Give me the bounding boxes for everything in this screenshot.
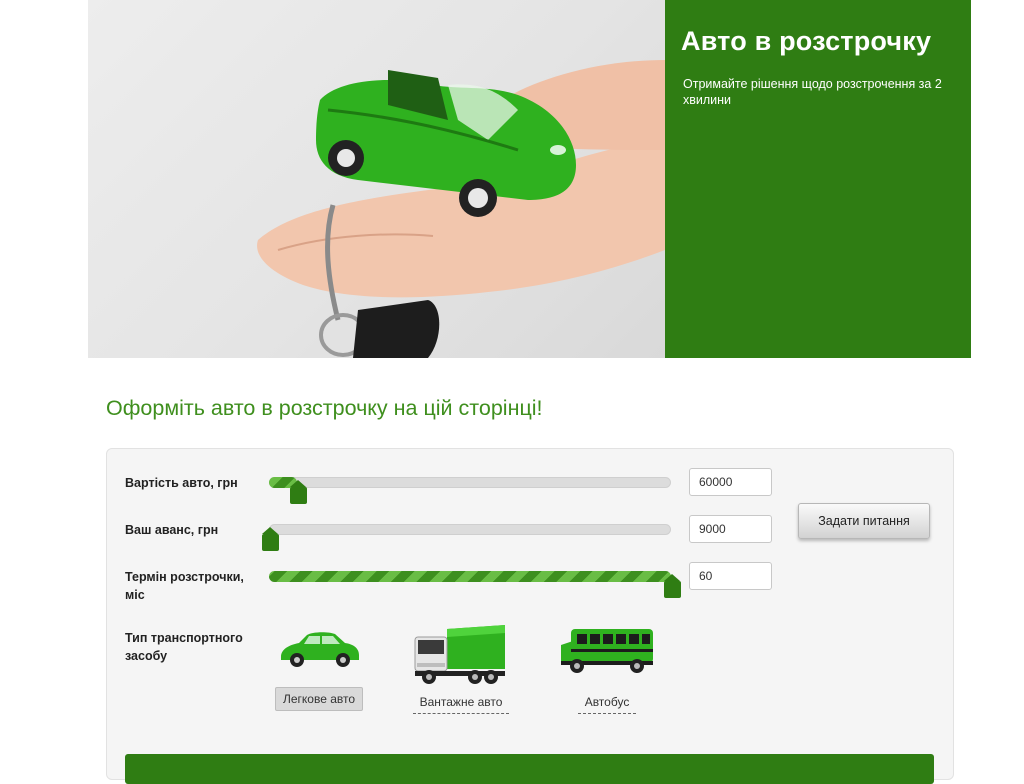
car-icon <box>281 632 359 667</box>
hero-panel: Авто в розстрочку Отримайте рішення щодо… <box>665 0 971 358</box>
car-price-label: Вартість авто, грн <box>125 476 238 490</box>
vehicle-option-car[interactable]: Легкове авто <box>259 625 379 711</box>
vehicle-type-label: Тип транспортного засобу <box>125 631 243 663</box>
car-price-input[interactable] <box>689 468 772 496</box>
down-payment-label: Ваш аванс, грн <box>125 523 219 537</box>
term-slider-fill <box>269 571 671 582</box>
term-slider-handle[interactable] <box>664 574 681 598</box>
vehicle-label-bus[interactable]: Автобус <box>577 691 637 714</box>
down-payment-input[interactable] <box>689 515 772 543</box>
hero-subtitle: Отримайте рішення щодо розстрочення за 2… <box>683 77 942 107</box>
page-title: Оформіть авто в розстрочку на цій сторін… <box>106 396 543 420</box>
submit-bar[interactable] <box>125 754 934 784</box>
term-input[interactable] <box>689 562 772 590</box>
hero-image <box>88 0 665 358</box>
down-payment-slider[interactable] <box>262 524 671 551</box>
hero-banner: Авто в розстрочку Отримайте рішення щодо… <box>88 0 971 358</box>
ask-question-button[interactable]: Задати питання <box>798 503 930 539</box>
vehicle-label-car[interactable]: Легкове авто <box>274 687 364 711</box>
installment-calculator: Вартість авто, грн Ваш аванс, грн Термін… <box>106 448 954 784</box>
hero-title: Авто в розстрочку <box>681 26 932 56</box>
term-slider[interactable] <box>269 571 681 598</box>
truck-icon <box>414 625 505 684</box>
vehicle-option-bus[interactable]: Автобус <box>547 625 667 714</box>
bus-icon <box>561 629 653 673</box>
vehicle-label-truck[interactable]: Вантажне авто <box>412 691 510 714</box>
term-label: Термін розстрочки, міс <box>125 570 244 602</box>
vehicle-option-truck[interactable]: Вантажне авто <box>401 625 521 714</box>
car-price-slider[interactable] <box>269 477 671 504</box>
car-price-slider-handle[interactable] <box>290 480 307 504</box>
down-payment-slider-handle[interactable] <box>262 527 279 551</box>
hand-with-car-icon <box>257 60 665 358</box>
